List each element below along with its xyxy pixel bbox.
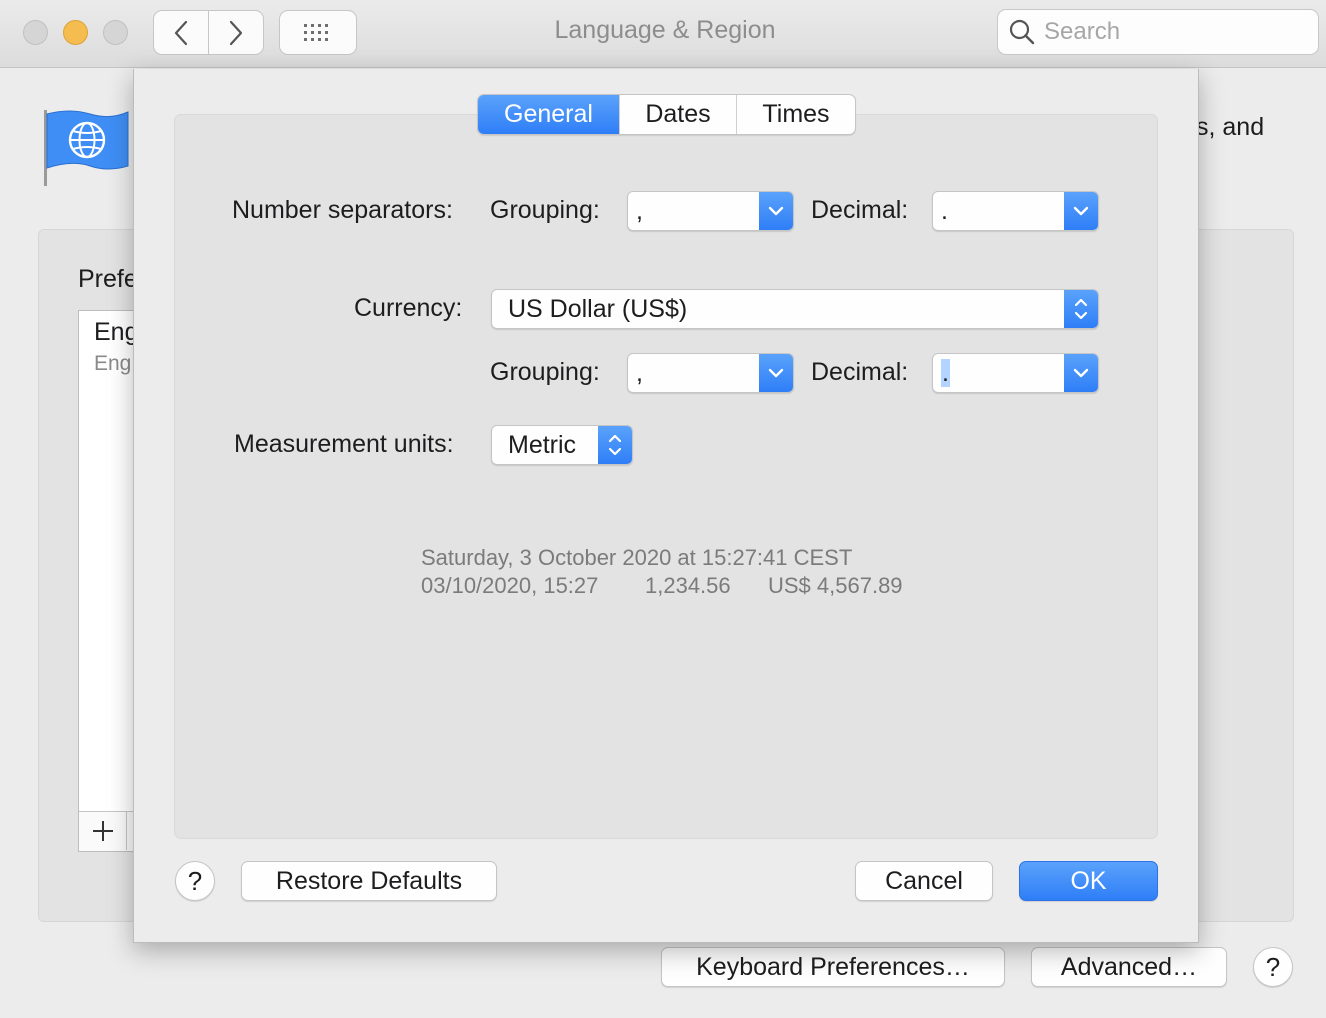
currency-grouping-value[interactable]: ,	[628, 359, 759, 388]
chevron-left-icon	[174, 20, 188, 45]
minimize-window-button[interactable]	[63, 20, 88, 45]
number-decimal-value[interactable]: .	[933, 197, 1064, 226]
forward-button[interactable]	[208, 10, 264, 55]
updown-chevron-icon[interactable]	[598, 426, 632, 464]
currency-decimal-value[interactable]: .	[941, 358, 950, 387]
currency-decimal-combobox[interactable]: .	[932, 353, 1099, 393]
number-grouping-combobox[interactable]: ,	[627, 191, 794, 231]
currency-grouping-combobox[interactable]: ,	[627, 353, 794, 393]
tab-times[interactable]: Times	[737, 95, 855, 134]
preferred-languages-label: Prefe	[78, 265, 138, 293]
tab-general[interactable]: General	[478, 95, 620, 134]
title-bar: Language & Region	[0, 0, 1326, 68]
measurement-units-label: Measurement units:	[234, 430, 454, 458]
currency-grouping-label: Grouping:	[490, 358, 600, 386]
pane-description: s, and	[1196, 113, 1265, 141]
ok-button[interactable]: OK	[1019, 861, 1158, 901]
plus-icon	[93, 821, 113, 841]
updown-chevron-icon[interactable]	[1064, 290, 1098, 328]
sample-number: 1,234.56	[645, 573, 731, 598]
search-field[interactable]	[997, 9, 1319, 55]
currency-decimal-label: Decimal:	[811, 358, 909, 386]
globe-flag-icon	[44, 110, 129, 186]
chevron-right-icon	[229, 20, 243, 45]
advanced-button[interactable]: Advanced…	[1031, 947, 1227, 987]
sample-long-date: Saturday, 3 October 2020 at 15:27:41 CES…	[421, 545, 853, 570]
list-item-language[interactable]: Eng	[94, 318, 138, 347]
keyboard-preferences-button[interactable]: Keyboard Preferences…	[661, 947, 1005, 987]
sample-short-date: 03/10/2020, 15:27	[421, 573, 599, 598]
number-separators-label: Number separators:	[232, 196, 453, 224]
currency-label: Currency:	[354, 294, 463, 322]
tab-bar: General Dates Times	[477, 94, 856, 135]
currency-decimal-field[interactable]: .	[933, 358, 1064, 388]
back-button[interactable]	[153, 10, 209, 55]
currency-value[interactable]: US Dollar (US$)	[492, 295, 1064, 324]
number-decimal-label: Decimal:	[811, 196, 909, 224]
sheet-help-button[interactable]: ?	[175, 861, 215, 901]
number-grouping-value[interactable]: ,	[628, 197, 759, 226]
search-icon	[1009, 19, 1035, 45]
add-language-button[interactable]	[80, 812, 127, 850]
advanced-sheet: General Dates Times Number separators: G…	[133, 69, 1199, 943]
close-window-button[interactable]	[23, 20, 48, 45]
show-all-button[interactable]	[279, 10, 357, 55]
currency-popup[interactable]: US Dollar (US$)	[491, 289, 1099, 329]
chevron-down-icon[interactable]	[759, 192, 793, 230]
list-item-language-subtitle: Eng	[94, 352, 132, 375]
measurement-units-popup[interactable]: Metric	[491, 425, 633, 465]
chevron-down-icon[interactable]	[1064, 354, 1098, 392]
cancel-button[interactable]: Cancel	[855, 861, 993, 901]
chevron-down-icon[interactable]	[1064, 192, 1098, 230]
number-decimal-combobox[interactable]: .	[932, 191, 1099, 231]
restore-defaults-button[interactable]: Restore Defaults	[241, 861, 497, 901]
help-button[interactable]: ?	[1253, 947, 1293, 987]
window-title: Language & Region	[554, 16, 776, 44]
zoom-window-button[interactable]	[103, 20, 128, 45]
search-input[interactable]	[1044, 18, 1304, 46]
measurement-units-value[interactable]: Metric	[492, 431, 598, 460]
tab-dates[interactable]: Dates	[620, 95, 737, 134]
chevron-down-icon[interactable]	[759, 354, 793, 392]
grid-icon	[304, 23, 328, 41]
number-grouping-label: Grouping:	[490, 196, 600, 224]
sample-currency: US$ 4,567.89	[768, 573, 903, 598]
